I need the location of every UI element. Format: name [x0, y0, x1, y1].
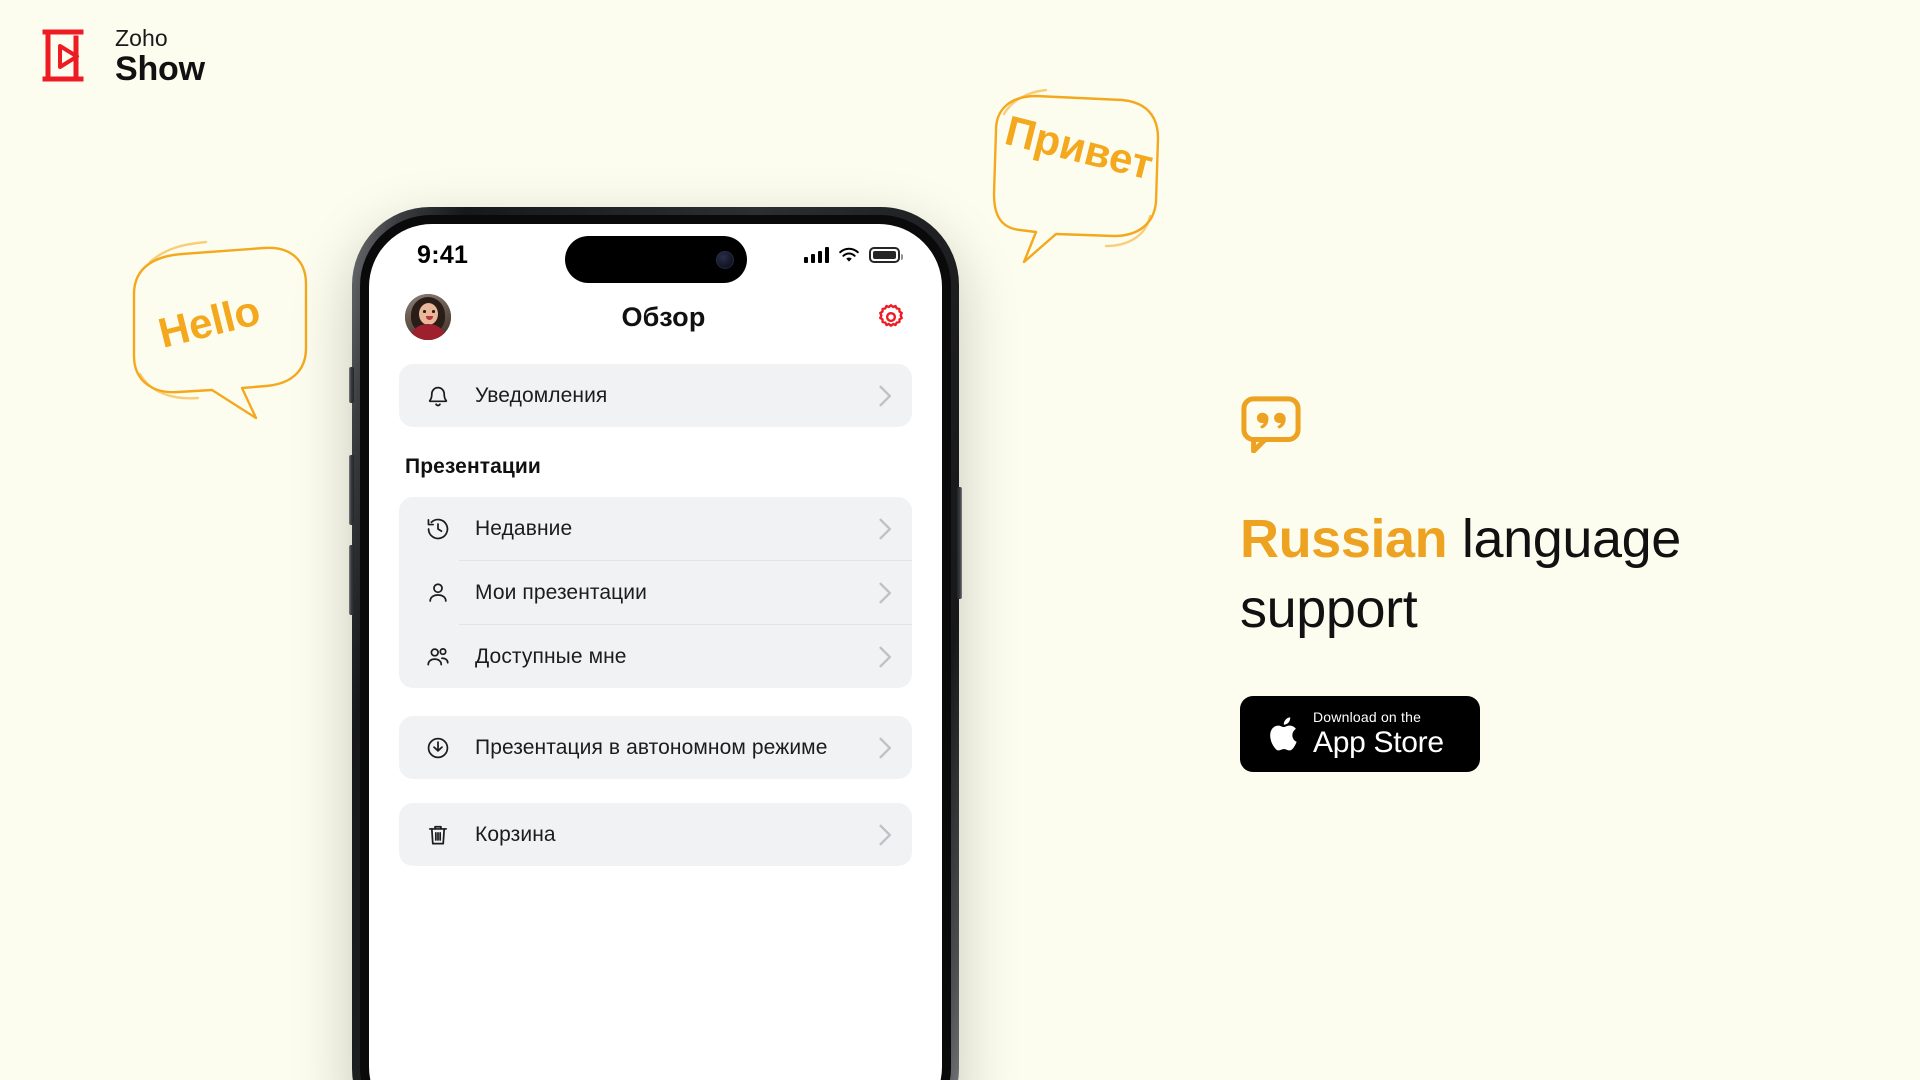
- list-item-my-presentations[interactable]: Мои презентации: [399, 561, 912, 624]
- zoho-show-play-logo-icon: [36, 25, 98, 87]
- history-clock-icon: [423, 514, 453, 544]
- status-bar: 9:41: [369, 224, 942, 283]
- bell-icon: [423, 381, 453, 411]
- chevron-right-icon: [879, 646, 892, 667]
- action-button[interactable]: [349, 367, 354, 403]
- list-item-recent[interactable]: Недавние: [399, 497, 912, 560]
- notifications-card: Уведомления: [399, 364, 912, 427]
- brand-logo[interactable]: Zoho Show: [36, 25, 205, 87]
- cellular-signal-icon: [804, 247, 829, 263]
- app-store-button-text: Download on the App Store: [1313, 710, 1444, 758]
- presentations-card: Недавние Мои презентации Доступные мне: [399, 497, 912, 688]
- section-title-presentations: Презентации: [405, 455, 541, 478]
- page-root: Zoho Show Hello Привет 9:41 Обзор Уведом…: [0, 0, 1920, 1080]
- volume-up-button[interactable]: [349, 455, 354, 525]
- list-item-trash[interactable]: Корзина: [399, 803, 912, 866]
- list-item-label: Мои презентации: [475, 580, 647, 604]
- check-circle-download-icon: [423, 733, 453, 763]
- speech-bubble-privet: Привет: [980, 86, 1170, 266]
- promo-block: Russian language support Download on the…: [1240, 395, 1800, 773]
- chevron-right-icon: [879, 824, 892, 845]
- trash-card: Корзина: [399, 803, 912, 866]
- page-title: Обзор: [621, 301, 706, 332]
- power-button[interactable]: [957, 487, 962, 599]
- avatar[interactable]: [405, 294, 451, 340]
- brand-name-zoho: Zoho: [115, 24, 168, 51]
- wifi-icon: [839, 247, 859, 262]
- gear-icon[interactable]: [876, 302, 906, 332]
- app-store-big-text: App Store: [1313, 726, 1444, 760]
- list-item-label: Корзина: [475, 822, 556, 846]
- chevron-right-icon: [879, 737, 892, 758]
- person-icon: [423, 578, 453, 608]
- volume-down-button[interactable]: [349, 545, 354, 615]
- promo-headline-highlight: Russian: [1240, 509, 1448, 569]
- trash-icon: [423, 820, 453, 850]
- status-bar-indicators: [804, 247, 903, 263]
- list-item-label: Недавние: [475, 516, 573, 540]
- brand-name-show: Show: [115, 49, 205, 88]
- iphone-mockup: 9:41 Обзор Уведомления Презентации Недав…: [349, 207, 962, 1080]
- status-bar-time: 9:41: [417, 240, 469, 269]
- app-header: Обзор: [369, 282, 942, 346]
- list-item-label: Уведомления: [475, 383, 608, 407]
- chevron-right-icon: [879, 582, 892, 603]
- app-content: Уведомления Презентации Недавние Мои пре…: [369, 346, 942, 866]
- list-item-label: Доступные мне: [475, 644, 627, 668]
- people-icon: [423, 642, 453, 672]
- speech-bubble-quote-icon: [1241, 396, 1301, 454]
- list-item-offline-presentation[interactable]: Презентация в автономном режиме: [399, 716, 912, 779]
- chevron-right-icon: [879, 385, 892, 406]
- speech-bubble-hello: Hello: [120, 232, 320, 422]
- list-item-label: Презентация в автономном режиме: [475, 735, 828, 759]
- chevron-right-icon: [879, 518, 892, 539]
- dynamic-island: [564, 236, 747, 283]
- list-item-shared-with-me[interactable]: Доступные мне: [399, 625, 912, 688]
- promo-headline: Russian language support: [1240, 504, 1800, 644]
- list-item-notifications[interactable]: Уведомления: [399, 364, 912, 427]
- phone-screen: 9:41 Обзор Уведомления Презентации Недав…: [369, 224, 942, 1080]
- brand-logo-text: Zoho Show: [115, 24, 205, 88]
- phone-bezel: 9:41 Обзор Уведомления Презентации Недав…: [360, 215, 951, 1080]
- battery-full-icon: [869, 247, 903, 263]
- apple-logo-icon: [1270, 717, 1297, 751]
- front-camera-icon: [715, 250, 734, 269]
- app-store-small-text: Download on the: [1313, 709, 1422, 726]
- offline-presentation-card: Презентация в автономном режиме: [399, 716, 912, 779]
- app-store-download-button[interactable]: Download on the App Store: [1240, 696, 1480, 773]
